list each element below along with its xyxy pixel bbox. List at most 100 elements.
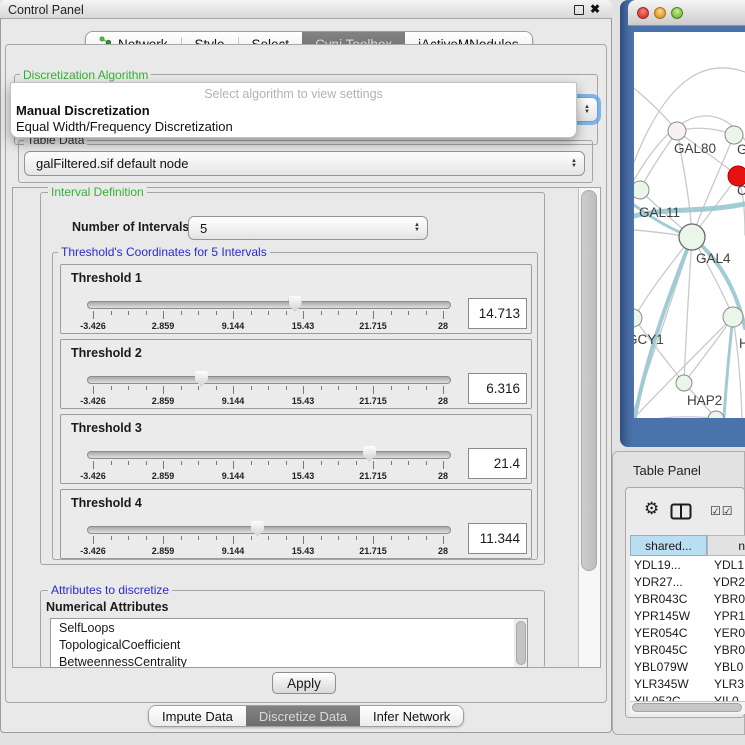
table-data-selected-value: galFiltered.sif default node: [36, 156, 188, 171]
cell[interactable]: YER0: [707, 626, 745, 640]
close-icon[interactable]: ✖: [590, 2, 600, 16]
table-data-combobox[interactable]: galFiltered.sif default node ▲▼: [24, 151, 585, 176]
cell[interactable]: YBL0: [707, 660, 743, 674]
cell[interactable]: YDL1: [707, 558, 744, 572]
threshold-4-label: Threshold 4: [71, 496, 142, 510]
network-canvas[interactable]: GAL80 GA C GAL11 GAL4 GCY1 H HAP2: [634, 32, 745, 418]
node-label-h: H: [739, 336, 745, 351]
slider-thumb[interactable]: [363, 446, 376, 462]
network-graph: GAL80 GA C GAL11 GAL4 GCY1 H HAP2: [634, 32, 745, 418]
threshold-3-slider[interactable]: -3.4262.8599.14415.4321.71528: [87, 444, 449, 484]
cell[interactable]: YBR043C: [630, 592, 707, 606]
slider-thumb[interactable]: [195, 371, 208, 387]
slider-tick-labels: -3.4262.8599.14415.4321.71528: [87, 471, 449, 482]
node-label-hap2: HAP2: [687, 393, 722, 408]
threshold-1-slider[interactable]: -3.4262.8599.14415.4321.71528: [87, 294, 449, 334]
tab-infer-network-label: Infer Network: [373, 709, 450, 724]
node-gal11[interactable]: [634, 181, 649, 199]
slider-tick-labels: -3.4262.8599.14415.4321.71528: [87, 321, 449, 332]
node-hap2[interactable]: [676, 375, 692, 391]
cell[interactable]: YER054C: [630, 626, 707, 640]
threshold-4-value-field[interactable]: 11.344: [468, 523, 527, 554]
discretization-algorithm-group-title: Discretization Algorithm: [20, 68, 151, 82]
column-header-name[interactable]: na: [707, 535, 745, 556]
horizontal-scrollbar-thumb[interactable]: [632, 703, 742, 712]
slider-thumb[interactable]: [251, 521, 264, 537]
dropdown-placeholder: Select algorithm to view settings: [11, 87, 576, 101]
list-item-betweennesscentrality[interactable]: BetweennessCentrality: [51, 653, 527, 668]
close-traffic-light[interactable]: [637, 7, 649, 19]
cell[interactable]: YIL052C: [630, 694, 707, 702]
threshold-4-slider[interactable]: -3.4262.8599.14415.4321.71528: [87, 519, 449, 559]
stepper-icon: ▲▼: [584, 105, 590, 115]
cell[interactable]: YDL19...: [630, 558, 707, 572]
zoom-traffic-light[interactable]: [671, 7, 683, 19]
algorithm-dropdown-popup: Select algorithm to view settings Manual…: [10, 82, 577, 138]
list-item-selfloops[interactable]: SelfLoops: [51, 619, 527, 636]
slider-ticks: [87, 311, 449, 320]
node-gal4[interactable]: [679, 224, 705, 250]
table-row[interactable]: YER054CYER0: [630, 624, 745, 641]
threshold-3-label: Threshold 3: [71, 421, 142, 435]
slider-track[interactable]: [87, 301, 451, 309]
slider-track[interactable]: [87, 376, 451, 384]
float-window-icon[interactable]: [574, 5, 584, 15]
table-row[interactable]: YIL052CYIL0: [630, 692, 745, 701]
gear-icon[interactable]: ⚙: [644, 499, 659, 519]
cell[interactable]: YBR045C: [630, 643, 707, 657]
table-row[interactable]: YDR27...YDR2: [630, 573, 745, 590]
threshold-2-slider[interactable]: -3.4262.8599.14415.4321.71528: [87, 369, 449, 409]
node-label-ga: GA: [737, 142, 745, 157]
cell[interactable]: YDR2: [706, 575, 745, 589]
tab-discretize-data[interactable]: Discretize Data: [246, 706, 360, 726]
table-row[interactable]: YLR345WYLR3: [630, 675, 745, 692]
slider-thumb[interactable]: [289, 296, 302, 312]
threshold-3-value-field[interactable]: 21.4: [468, 448, 527, 479]
cell[interactable]: YLR3: [707, 677, 744, 691]
cell[interactable]: YIL0: [707, 694, 739, 702]
tab-impute-data[interactable]: Impute Data: [149, 706, 246, 726]
slider-track[interactable]: [87, 451, 451, 459]
cell[interactable]: YDR27...: [630, 575, 706, 589]
list-scrollbar-thumb[interactable]: [516, 621, 526, 665]
cell[interactable]: YBL079W: [630, 660, 707, 674]
cell[interactable]: YPR145W: [630, 609, 707, 623]
tab-infer-network[interactable]: Infer Network: [360, 706, 463, 726]
control-panel-titlebar: [0, 0, 612, 19]
table-row[interactable]: YBL079WYBL0: [630, 658, 745, 675]
menu-item-manual-discretization[interactable]: Manual Discretization: [16, 103, 150, 118]
node-gal80[interactable]: [668, 122, 686, 140]
menu-item-equal-width-frequency[interactable]: Equal Width/Frequency Discretization: [16, 119, 233, 134]
thresholds-group-title: Threshold's Coordinates for 5 Intervals: [58, 245, 270, 259]
cell[interactable]: YBR0: [707, 592, 745, 606]
threshold-2-value-field[interactable]: 6.316: [468, 373, 527, 404]
number-of-intervals-label: Number of Intervals: [72, 220, 189, 234]
table-row[interactable]: YDL19...YDL1: [630, 556, 745, 573]
node-gcy1[interactable]: [634, 309, 642, 327]
cell[interactable]: YPR1: [707, 609, 745, 623]
column-header-shared[interactable]: shared...: [630, 535, 707, 556]
cyni-bottom-tabs: Impute Data Discretize Data Infer Networ…: [148, 705, 464, 727]
threshold-2-panel: Threshold 2 -3.4262.8599.14415.4321.7152…: [60, 339, 532, 409]
threshold-1-label: Threshold 1: [71, 271, 142, 285]
cell[interactable]: YLR345W: [630, 677, 707, 691]
list-item-topologicalcoefficient[interactable]: TopologicalCoefficient: [51, 636, 527, 653]
node-label-c: C: [737, 183, 745, 198]
vertical-scrollbar-thumb[interactable]: [581, 190, 597, 571]
node-right-mid[interactable]: [723, 307, 743, 327]
number-of-intervals-combobox[interactable]: 5 ▲▼: [188, 216, 428, 240]
number-of-intervals-value: 5: [200, 221, 207, 236]
minimize-traffic-light[interactable]: [654, 7, 666, 19]
slider-ticks: [87, 461, 449, 470]
threshold-1-value-field[interactable]: 14.713: [468, 298, 527, 329]
threshold-4-panel: Threshold 4 -3.4262.8599.14415.4321.7152…: [60, 489, 532, 559]
table-row[interactable]: YPR145WYPR1: [630, 607, 745, 624]
table-row[interactable]: YBR043CYBR0: [630, 590, 745, 607]
apply-button[interactable]: Apply: [272, 672, 336, 694]
cell[interactable]: YBR0: [707, 643, 745, 657]
split-columns-icon[interactable]: [670, 503, 692, 525]
table-row[interactable]: YBR045CYBR0: [630, 641, 745, 658]
node-label-gcy1: GCY1: [634, 332, 664, 347]
checkbox-icons[interactable]: ☑☑: [710, 504, 734, 518]
slider-track[interactable]: [87, 526, 451, 534]
